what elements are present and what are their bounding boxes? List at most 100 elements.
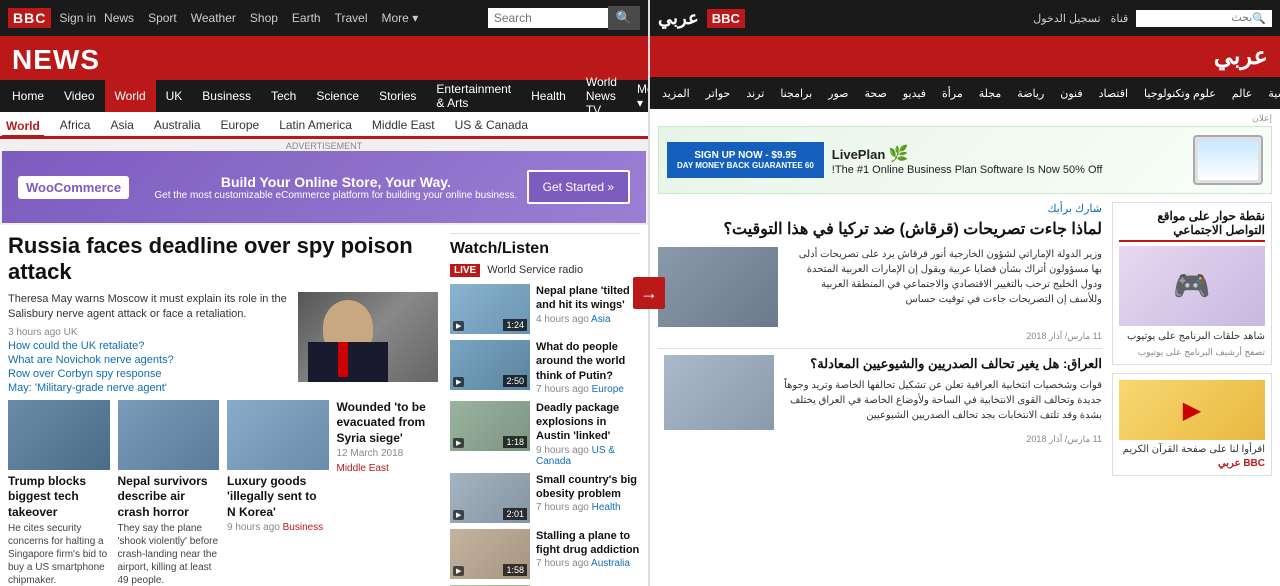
nav-item-health[interactable]: Health	[521, 80, 576, 112]
live-label[interactable]: World Service radio	[487, 264, 583, 276]
right-panel: 🔍 قناة تسجيل الدخول BBC عربي عربي المزيد…	[650, 0, 1280, 586]
ar-search-input[interactable]	[1142, 12, 1252, 24]
video-thumb-5[interactable]: ▶ 1:58	[450, 529, 530, 579]
search-input[interactable]	[488, 8, 608, 28]
video-item-2: ▶ 2:50 What do people around the world t…	[450, 340, 640, 395]
nav-item-stories[interactable]: Stories	[369, 80, 426, 112]
subnav-australia[interactable]: Australia	[150, 116, 205, 134]
ar-nav-trend[interactable]: ترند	[738, 77, 772, 109]
ar-nav-link-1[interactable]: قناة	[1111, 12, 1129, 25]
small-article-img-1	[8, 400, 110, 470]
nav-earth[interactable]: Earth	[292, 11, 321, 25]
link-1[interactable]: How could the UK retaliate?	[8, 340, 290, 352]
link-4[interactable]: May: 'Military-grade nerve agent'	[8, 382, 290, 394]
video-tag-4[interactable]: Health	[592, 502, 621, 513]
live-item: LIVE World Service radio	[450, 264, 640, 276]
small-title-3[interactable]: Luxury goods 'illegally sent to N Korea'	[227, 474, 329, 521]
video-title-1[interactable]: Nepal plane 'tilted and hit its wings'	[536, 284, 640, 313]
link-2[interactable]: What are Novichok nerve agents?	[8, 354, 290, 366]
ar-nav-world[interactable]: عالم	[1224, 77, 1261, 109]
video-thumb-4[interactable]: ▶ 2:01	[450, 473, 530, 523]
video-thumb-3[interactable]: ▶ 1:18	[450, 401, 530, 451]
video-title-3[interactable]: Deadly package explosions in Austin 'lin…	[536, 401, 640, 444]
subnav-world[interactable]: World	[2, 117, 44, 138]
ar-nav-programs[interactable]: برامجنا	[772, 77, 820, 109]
duration-5: 1:58	[503, 564, 527, 576]
nav-sport[interactable]: Sport	[148, 11, 177, 25]
ar-headline-title[interactable]: لماذا جاءت تصريحات (قرقاش) ضد تركيا في ه…	[658, 219, 1102, 241]
headline-title[interactable]: Russia faces deadline over spy poison at…	[8, 233, 438, 286]
nav-shop[interactable]: Shop	[250, 11, 278, 25]
nav-item-more[interactable]: More ▾	[627, 80, 648, 112]
ar-nav-arts[interactable]: فنون	[1052, 77, 1090, 109]
small-tag-3[interactable]: Business	[283, 522, 324, 533]
nav-item-worldnewstv[interactable]: World News TV	[576, 80, 627, 112]
subnav-europe[interactable]: Europe	[217, 116, 264, 134]
ar-nav-sports[interactable]: رياضة	[1009, 77, 1052, 109]
play-icon-1: ▶	[453, 321, 464, 331]
small-title-4[interactable]: Wounded 'to be evacuated from Syria sieg…	[337, 400, 439, 447]
signup-button[interactable]: SIGN UP NOW - $9.95 60 DAY MONEY BACK GU…	[667, 142, 824, 178]
nav-item-video[interactable]: Video	[54, 80, 104, 112]
arabic-main-articles: شارك برأيك لماذا جاءت تصريحات (قرقاش) ضد…	[658, 202, 1102, 476]
ar-nav-economy[interactable]: اقتصاد	[1091, 77, 1136, 109]
nav-item-business[interactable]: Business	[192, 80, 261, 112]
small-title-1[interactable]: Trump blocks biggest tech takeover	[8, 474, 110, 521]
subnav-uscanada[interactable]: US & Canada	[451, 116, 532, 134]
duration-2: 2:50	[503, 375, 527, 387]
nav-travel[interactable]: Travel	[335, 11, 368, 25]
video-title-4[interactable]: Small country's big obesity problem	[536, 473, 640, 502]
ar-bbc-logo[interactable]: BBC	[707, 9, 745, 28]
youtube-box: ▶ اقرأوا لنا على صفحة القرآن الكريم BBC …	[1112, 373, 1272, 476]
search-button[interactable]: 🔍	[608, 6, 640, 30]
ar-article2-content: العراق: هل يغير تحالف الصدريين والشيوعيي…	[658, 355, 1102, 430]
ar-header-logo: عربي	[662, 42, 1268, 71]
video-thumb-1[interactable]: ▶ 1:24	[450, 284, 530, 334]
nav-item-world[interactable]: World	[105, 80, 156, 112]
ar-nav-hawtar[interactable]: حواتر	[698, 77, 739, 109]
subnav-africa[interactable]: Africa	[56, 116, 95, 134]
small-tag-4[interactable]: Middle East	[337, 463, 389, 474]
video-tag-2[interactable]: Europe	[592, 384, 624, 395]
nav-news[interactable]: News	[104, 11, 134, 25]
ar-nav-home[interactable]: الرئيسية	[1260, 77, 1280, 109]
ar-nav-mara[interactable]: مرأة	[934, 77, 971, 109]
nav-more[interactable]: More ▾	[382, 11, 419, 25]
duration-4: 2:01	[503, 508, 527, 520]
ad-content[interactable]: WooCommerce Build Your Online Store, You…	[2, 151, 646, 223]
ar-ad-content[interactable]: 🌿 LivePlan The #1 Online Business Plan S…	[658, 126, 1272, 194]
ar-nav-more[interactable]: المزيد	[654, 77, 698, 109]
link-3[interactable]: Row over Corbyn spy response	[8, 368, 290, 380]
subnav-middleeast[interactable]: Middle East	[368, 116, 439, 134]
video-tag-1[interactable]: Asia	[591, 314, 610, 325]
video-tag-3[interactable]: US & Canada	[536, 445, 615, 467]
ar-bbc-arabic-text: عربي	[658, 8, 699, 29]
arabic-mainnav: المزيد حواتر ترند برامجنا صور صحة فيديو …	[650, 77, 1280, 109]
ar-nav-video[interactable]: فيديو	[895, 77, 934, 109]
video-title-5[interactable]: Stalling a plane to fight drug addiction	[536, 529, 640, 558]
small-body-1: He cites security concerns for halting a…	[8, 522, 110, 586]
ar-nav-link-2[interactable]: تسجيل الدخول	[1033, 12, 1100, 25]
nav-item-tech[interactable]: Tech	[261, 80, 306, 112]
nav-item-science[interactable]: Science	[306, 80, 369, 112]
subnav-latinamerica[interactable]: Latin America	[275, 116, 356, 134]
nav-item-entertainment[interactable]: Entertainment & Arts	[426, 80, 521, 112]
ar-nav-magazine[interactable]: مجلة	[971, 77, 1010, 109]
video-tag-5[interactable]: Australia	[591, 558, 630, 569]
signin-link[interactable]: Sign in	[59, 11, 96, 25]
video-title-2[interactable]: What do people around the world think of…	[536, 340, 640, 383]
tablet-chart	[1198, 140, 1258, 180]
video-thumb-2[interactable]: ▶ 2:50	[450, 340, 530, 390]
bbc-logo[interactable]: BBC	[8, 8, 51, 28]
ar-nav-health[interactable]: صحة	[857, 77, 895, 109]
subnav-asia[interactable]: Asia	[106, 116, 137, 134]
nav-weather[interactable]: Weather	[191, 11, 236, 25]
share-link[interactable]: شارك برأيك	[658, 202, 1102, 215]
ar-nav-science[interactable]: علوم وتكنولوجيا	[1136, 77, 1224, 109]
nav-item-home[interactable]: Home	[2, 80, 54, 112]
small-meta-4: 12 March 2018	[337, 448, 439, 459]
nav-item-uk[interactable]: UK	[156, 80, 193, 112]
ar-nav-photos[interactable]: صور	[820, 77, 856, 109]
small-title-2[interactable]: Nepal survivors describe air crash horro…	[118, 474, 220, 521]
ad-cta-button[interactable]: Get Started »	[527, 170, 630, 204]
